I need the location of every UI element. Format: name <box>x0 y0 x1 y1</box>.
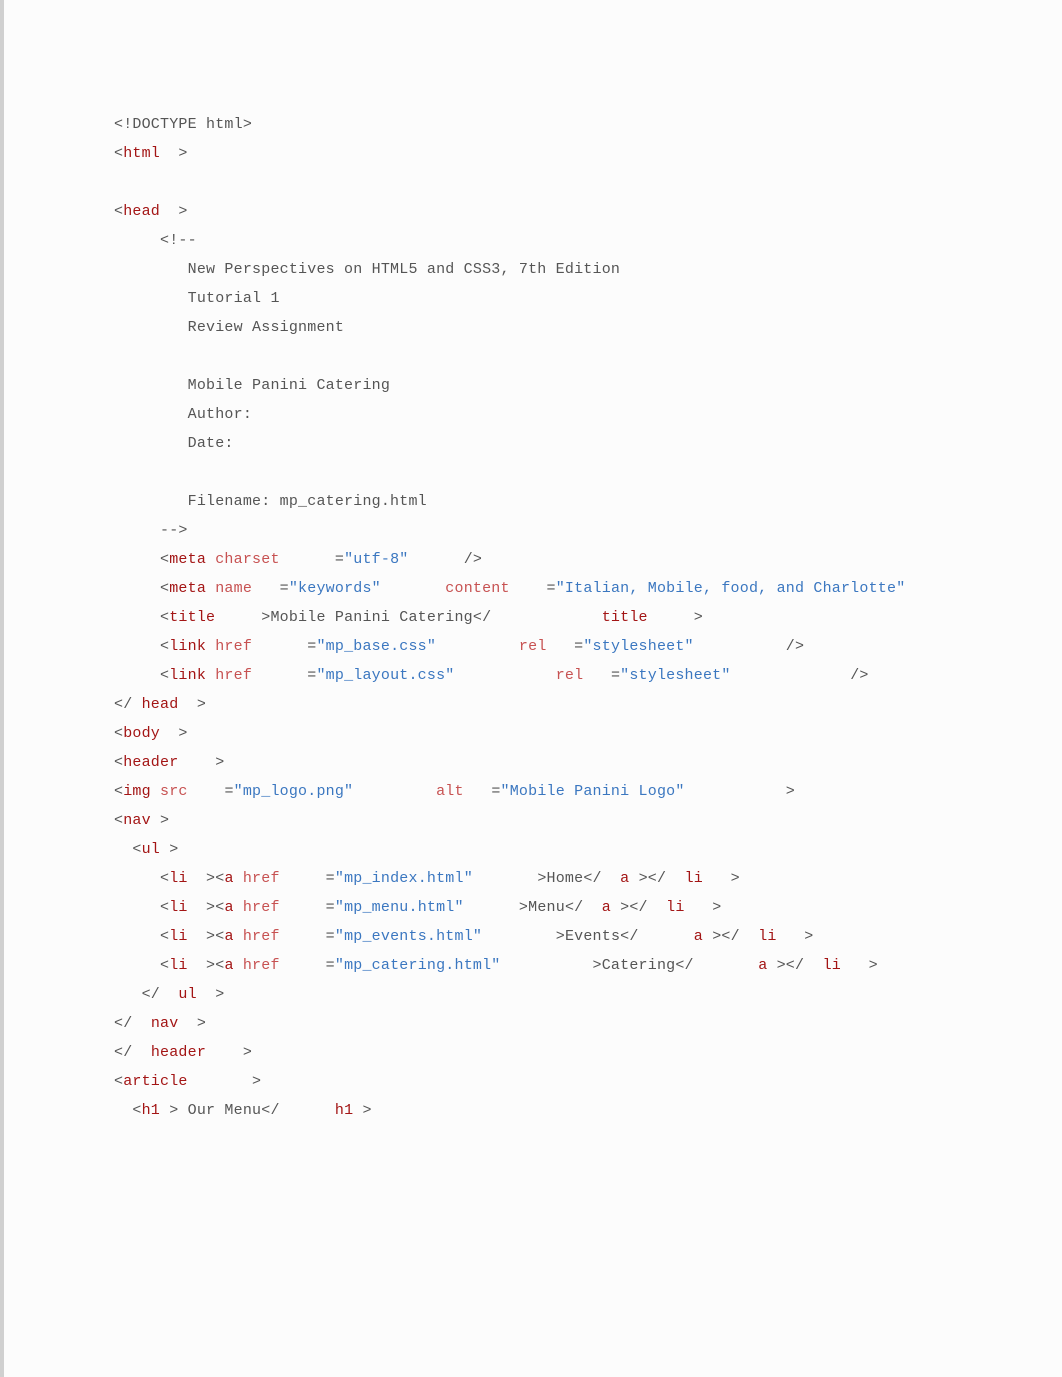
doctype-line: <!DOCTYPE html> <box>114 116 252 133</box>
ul-open: <ul > <box>114 841 178 858</box>
li-menu: <li ><a href ="mp_menu.html" >Menu</ a >… <box>114 899 721 916</box>
ul-close: </ ul > <box>114 986 224 1003</box>
header-close: </ header > <box>114 1044 252 1061</box>
comment-l6: Date: <box>114 435 234 452</box>
source-code-listing: <!DOCTYPE html> <html > <head > <!-- New… <box>0 0 1062 1377</box>
img-logo: <img src ="mp_logo.png" alt ="Mobile Pan… <box>114 783 795 800</box>
li-events: <li ><a href ="mp_events.html" >Events</… <box>114 928 813 945</box>
comment-l1: New Perspectives on HTML5 and CSS3, 7th … <box>114 261 620 278</box>
article-open: <article > <box>114 1073 261 1090</box>
link-base-css: <link href ="mp_base.css" rel ="styleshe… <box>114 638 804 655</box>
h1-our-menu: <h1 > Our Menu</ h1 > <box>114 1102 372 1119</box>
li-home: <li ><a href ="mp_index.html" >Home</ a … <box>114 870 740 887</box>
nav-open: <nav > <box>114 812 169 829</box>
comment-l2: Tutorial 1 <box>114 290 280 307</box>
comment-l3: Review Assignment <box>114 319 344 336</box>
head-open: <head > <box>114 203 188 220</box>
comment-l5: Author: <box>114 406 252 423</box>
meta-charset: <meta charset ="utf-8" /> <box>114 551 482 568</box>
comment-l4: Mobile Panini Catering <box>114 377 390 394</box>
nav-close: </ nav > <box>114 1015 206 1032</box>
html-open: <html > <box>114 145 188 162</box>
meta-keywords: <meta name ="keywords" content ="Italian… <box>114 580 1062 597</box>
comment-close: --> <box>114 522 188 539</box>
title-line: <title >Mobile Panini Catering</ title > <box>114 609 703 626</box>
li-catering: <li ><a href ="mp_catering.html" >Cateri… <box>114 957 878 974</box>
link-layout-css: <link href ="mp_layout.css" rel ="styles… <box>114 667 869 684</box>
comment-l7: Filename: mp_catering.html <box>114 493 427 510</box>
comment-open: <!-- <box>114 232 197 249</box>
head-close: </ head > <box>114 696 206 713</box>
header-open: <header > <box>114 754 224 771</box>
body-open: <body > <box>114 725 188 742</box>
